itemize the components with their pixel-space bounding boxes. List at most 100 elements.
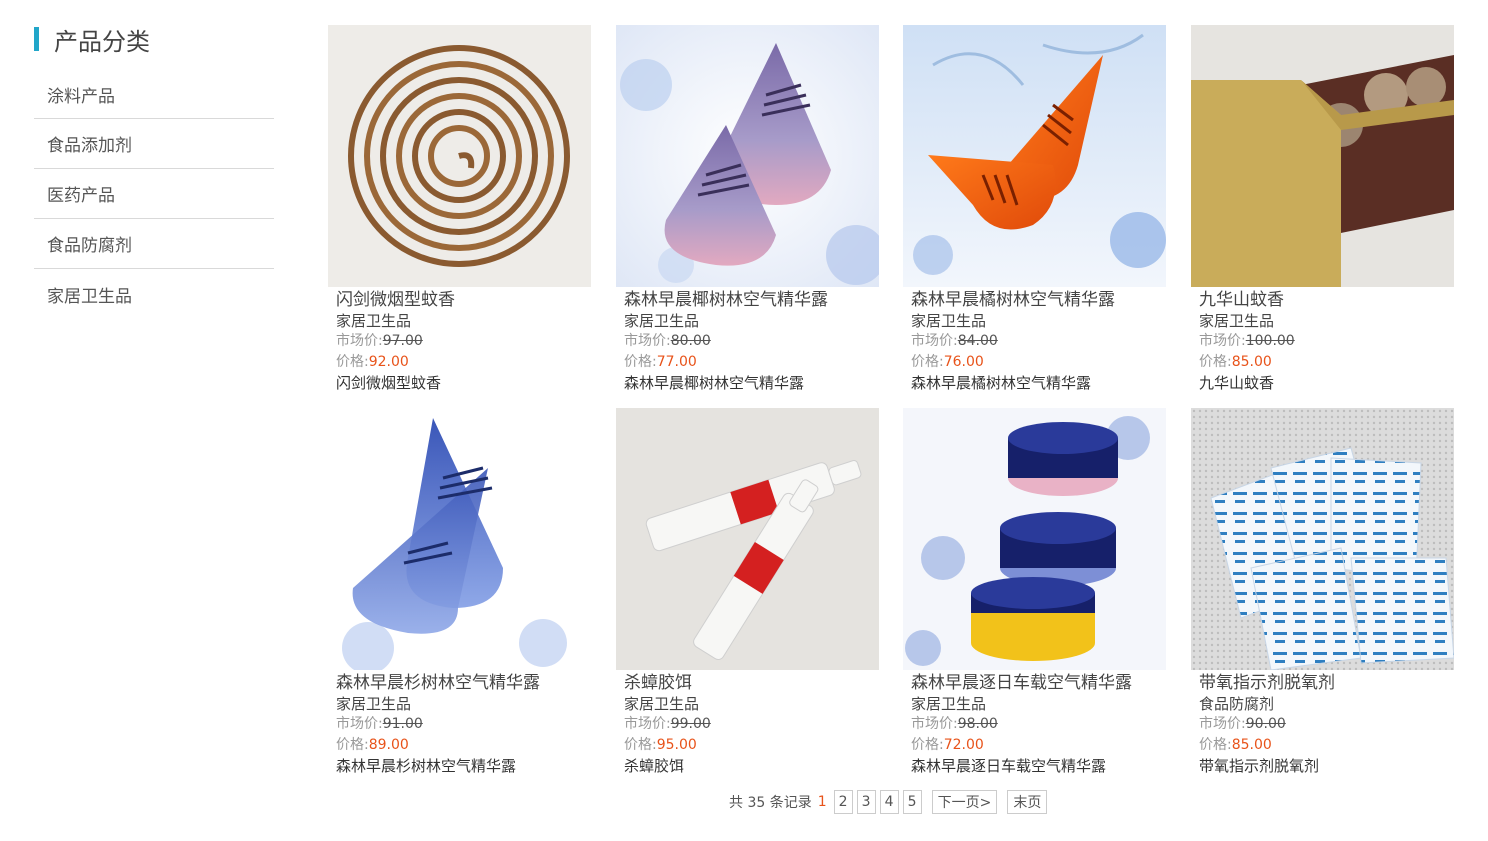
product-title[interactable]: 九华山蚊香 xyxy=(1199,289,1454,311)
price-label: 价格: xyxy=(624,354,657,370)
market-price-value: 98.00 xyxy=(957,716,998,732)
product-title[interactable]: 森林早晨逐日车载空气精华露 xyxy=(911,672,1166,694)
product-title[interactable]: 带氧指示剂脱氧剂 xyxy=(1199,672,1454,694)
market-price-label: 市场价: xyxy=(1199,333,1246,349)
price-value: 89.00 xyxy=(368,737,409,753)
product-title[interactable]: 森林早晨椰树林空气精华露 xyxy=(624,289,879,311)
product-category: 家居卫生品 xyxy=(911,695,987,713)
product-category: 家居卫生品 xyxy=(336,695,412,713)
category-list: 涂料产品 食品添加剂 医药产品 食品防腐剂 家居卫生品 xyxy=(34,70,274,319)
orange-air-freshener-image xyxy=(903,25,1166,287)
product-image[interactable] xyxy=(328,408,591,670)
price-label: 价格: xyxy=(1199,354,1232,370)
price-value: 85.00 xyxy=(1231,737,1272,753)
product-title[interactable]: 杀蟑胶饵 xyxy=(624,672,879,694)
page-link-4[interactable]: 4 xyxy=(879,790,899,814)
market-price-label: 市场价: xyxy=(911,716,958,732)
category-item-pharma[interactable]: 医药产品 xyxy=(34,169,274,219)
market-price-value: 90.00 xyxy=(1245,716,1286,732)
blue-air-freshener-image xyxy=(328,408,591,670)
product-title[interactable]: 森林早晨杉树林空气精华露 xyxy=(336,672,591,694)
product-title[interactable]: 森林早晨橘树林空气精华露 xyxy=(911,289,1166,311)
market-price: 市场价:98.00 xyxy=(911,714,1166,735)
market-price-value: 97.00 xyxy=(382,333,423,349)
market-price-value: 91.00 xyxy=(382,716,423,732)
category-item-food-preservatives[interactable]: 食品防腐剂 xyxy=(34,219,274,269)
product-card[interactable]: 森林早晨橘树林空气精华露 家居卫生品 市场价:84.00 价格:76.00 森林… xyxy=(903,25,1166,393)
price-value: 92.00 xyxy=(368,354,409,370)
cockroach-gel-tube-image xyxy=(616,408,879,670)
price: 价格:72.00 xyxy=(911,735,1166,756)
product-image[interactable] xyxy=(328,25,591,287)
price: 价格:95.00 xyxy=(624,735,879,756)
market-price-label: 市场价: xyxy=(1199,716,1246,732)
category-item-coatings[interactable]: 涂料产品 xyxy=(34,70,274,119)
product-category: 家居卫生品 xyxy=(1199,312,1275,330)
market-price: 市场价:90.00 xyxy=(1199,714,1454,735)
price: 价格:85.00 xyxy=(1199,352,1454,373)
sidebar-header: 产品分类 xyxy=(34,22,274,56)
market-price: 市场价:100.00 xyxy=(1199,331,1454,352)
product-image[interactable] xyxy=(1191,408,1454,670)
market-price-value: 80.00 xyxy=(670,333,711,349)
price: 价格:76.00 xyxy=(911,352,1166,373)
product-image[interactable] xyxy=(616,408,879,670)
product-image[interactable] xyxy=(1191,25,1454,287)
category-sidebar: 产品分类 涂料产品 食品添加剂 医药产品 食品防腐剂 家居卫生品 xyxy=(34,22,274,319)
product-category: 家居卫生品 xyxy=(624,312,700,330)
sidebar-title: 产品分类 xyxy=(54,27,150,56)
product-description: 带氧指示剂脱氧剂 xyxy=(1199,757,1320,775)
purple-air-freshener-image xyxy=(616,25,879,287)
oxygen-absorber-packets-image xyxy=(1191,408,1454,670)
product-card[interactable]: 森林早晨杉树林空气精华露 家居卫生品 市场价:91.00 价格:89.00 森林… xyxy=(328,408,591,776)
market-price-value: 99.00 xyxy=(670,716,711,732)
product-image[interactable] xyxy=(903,25,1166,287)
product-description: 森林早晨逐日车载空气精华露 xyxy=(911,757,1107,775)
product-card[interactable]: 闪剑微烟型蚊香 家居卫生品 市场价:97.00 价格:92.00 闪剑微烟型蚊香 xyxy=(328,25,591,393)
market-price: 市场价:91.00 xyxy=(336,714,591,735)
price-label: 价格: xyxy=(1199,737,1232,753)
pagination: 共 35 条记录 1 2 3 4 5 下一页> 末页 xyxy=(729,790,1051,814)
product-card[interactable]: 森林早晨椰树林空气精华露 家居卫生品 市场价:80.00 价格:77.00 森林… xyxy=(616,25,879,393)
next-page-button[interactable]: 下一页> xyxy=(931,790,998,814)
market-price-label: 市场价: xyxy=(911,333,958,349)
mosquito-coil-image xyxy=(328,25,591,287)
price: 价格:92.00 xyxy=(336,352,591,373)
product-card[interactable]: 杀蟑胶饵 家居卫生品 市场价:99.00 价格:95.00 杀蟑胶饵 xyxy=(616,408,879,776)
product-category: 家居卫生品 xyxy=(911,312,987,330)
current-page: 1 xyxy=(817,794,827,810)
product-image[interactable] xyxy=(903,408,1166,670)
market-price: 市场价:84.00 xyxy=(911,331,1166,352)
accent-bar xyxy=(34,27,39,51)
page-link-2[interactable]: 2 xyxy=(833,790,853,814)
price-label: 价格: xyxy=(911,737,944,753)
price: 价格:89.00 xyxy=(336,735,591,756)
product-image[interactable] xyxy=(616,25,879,287)
product-description: 森林早晨椰树林空气精华露 xyxy=(624,374,805,392)
price-label: 价格: xyxy=(624,737,657,753)
price-value: 77.00 xyxy=(656,354,697,370)
price-label: 价格: xyxy=(911,354,944,370)
product-card[interactable]: 带氧指示剂脱氧剂 食品防腐剂 市场价:90.00 价格:85.00 带氧指示剂脱… xyxy=(1191,408,1454,776)
product-category: 食品防腐剂 xyxy=(1199,695,1275,713)
last-page-button[interactable]: 末页 xyxy=(1007,790,1048,814)
market-price-label: 市场价: xyxy=(624,333,671,349)
category-item-food-additives[interactable]: 食品添加剂 xyxy=(34,119,274,169)
product-card[interactable]: 森林早晨逐日车载空气精华露 家居卫生品 市场价:98.00 价格:72.00 森… xyxy=(903,408,1166,776)
category-item-household-hygiene[interactable]: 家居卫生品 xyxy=(34,269,274,319)
price-value: 95.00 xyxy=(656,737,697,753)
product-title[interactable]: 闪剑微烟型蚊香 xyxy=(336,289,591,311)
page-link-5[interactable]: 5 xyxy=(902,790,922,814)
mosquito-coil-box-image xyxy=(1191,25,1454,287)
product-category: 家居卫生品 xyxy=(624,695,700,713)
car-air-freshener-jars-image xyxy=(903,408,1166,670)
product-card[interactable]: 九华山蚊香 家居卫生品 市场价:100.00 价格:85.00 九华山蚊香 xyxy=(1191,25,1454,393)
page-link-3[interactable]: 3 xyxy=(856,790,876,814)
price: 价格:77.00 xyxy=(624,352,879,373)
product-category: 家居卫生品 xyxy=(336,312,412,330)
market-price-label: 市场价: xyxy=(336,716,383,732)
market-price-label: 市场价: xyxy=(336,333,383,349)
price-label: 价格: xyxy=(336,737,369,753)
price-value: 72.00 xyxy=(943,737,984,753)
product-description: 森林早晨杉树林空气精华露 xyxy=(336,757,517,775)
